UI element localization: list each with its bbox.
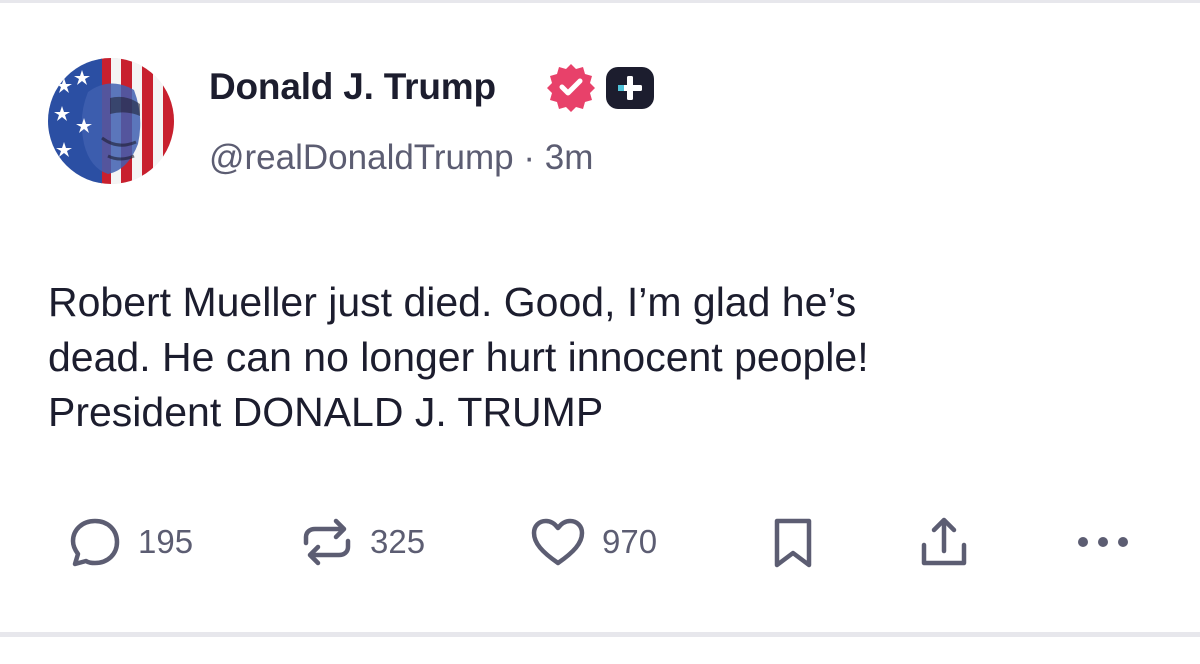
- verified-badge-icon: [546, 62, 596, 112]
- avatar-image: [48, 58, 174, 184]
- more-options-button[interactable]: [1073, 512, 1133, 572]
- author-display-name[interactable]: Donald J. Trump: [209, 66, 496, 108]
- post-body-line: Robert Mueller just died. Good, I’m glad…: [48, 279, 857, 325]
- repost-icon: [298, 513, 356, 571]
- handle-line: @realDonaldTrump · 3m: [209, 138, 593, 178]
- bookmark-icon: [769, 513, 817, 571]
- reply-count: 195: [138, 523, 194, 560]
- repost-button[interactable]: 325: [298, 512, 425, 572]
- share-button[interactable]: [915, 512, 973, 572]
- avatar[interactable]: [48, 58, 174, 184]
- reply-icon: [66, 513, 124, 571]
- like-button[interactable]: 970: [528, 512, 657, 572]
- bookmark-button[interactable]: [769, 512, 817, 572]
- share-icon: [915, 513, 973, 571]
- author-handle[interactable]: @realDonaldTrump: [209, 138, 514, 177]
- heart-icon: [528, 513, 588, 571]
- like-count: 970: [602, 523, 658, 560]
- reply-button[interactable]: 195: [66, 512, 193, 572]
- plus-badge-icon: [606, 67, 654, 109]
- more-icon: [1073, 513, 1133, 571]
- bottom-divider: [0, 632, 1200, 637]
- post-body: Robert Mueller just died. Good, I’m glad…: [48, 275, 1168, 440]
- repost-count: 325: [370, 523, 426, 560]
- meta-separator: ·: [523, 138, 536, 177]
- top-divider: [0, 0, 1200, 3]
- post-body-line: President DONALD J. TRUMP: [48, 389, 604, 435]
- post-body-line: dead. He can no longer hurt innocent peo…: [48, 334, 869, 380]
- post-timestamp[interactable]: 3m: [545, 138, 594, 177]
